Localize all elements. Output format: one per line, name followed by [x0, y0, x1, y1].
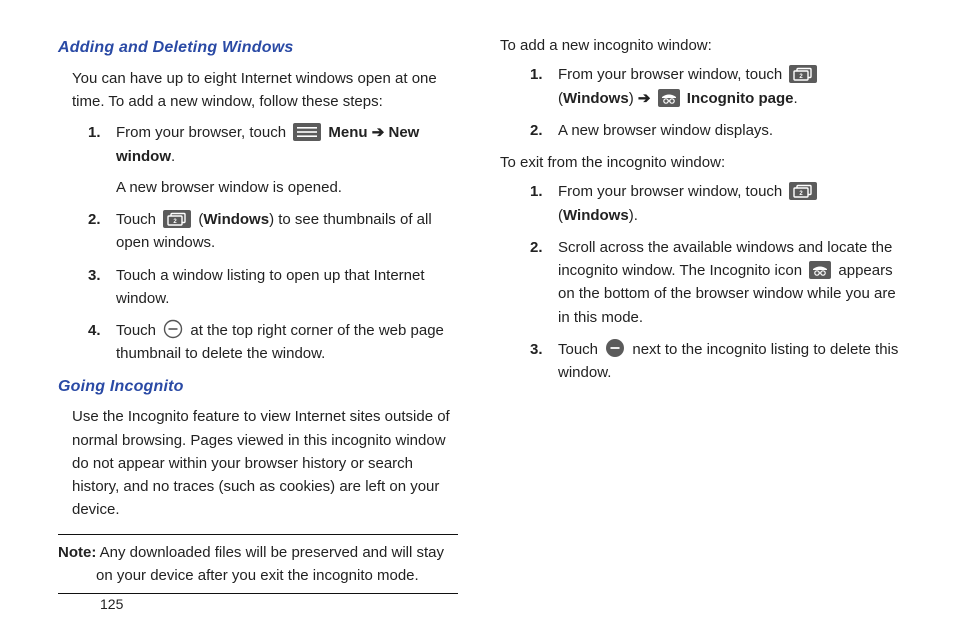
page-number: 125	[100, 596, 123, 612]
arrow-icon: ➔	[368, 124, 389, 141]
step-sub-text: A new browser window is opened.	[116, 176, 458, 199]
procedure-step: Touch next to the incognito listing to d…	[530, 338, 900, 385]
windows-icon: 2	[789, 65, 817, 83]
note-label: Note:	[58, 544, 96, 561]
step-text: From your browser, touch Menu ➔ New wind…	[116, 124, 419, 164]
procedure-step: Touch a window listing to open up that I…	[88, 264, 458, 311]
text-segment	[650, 90, 654, 107]
step-text: Touch next to the incognito listing to d…	[558, 341, 898, 381]
procedure-step: From your browser window, touch 2 (Windo…	[530, 63, 900, 110]
add-incognito-steps: From your browser window, touch 2 (Windo…	[530, 63, 900, 142]
bold-label: Windows	[203, 211, 269, 228]
procedure-step: A new browser window displays.	[530, 119, 900, 142]
procedure-step: Scroll across the available windows and …	[530, 236, 900, 329]
bold-label: Windows	[563, 90, 629, 107]
manual-page: Adding and Deleting Windows You can have…	[0, 0, 954, 636]
delete-circle-icon	[163, 319, 183, 339]
add-delete-steps: From your browser, touch Menu ➔ New wind…	[88, 121, 458, 365]
note-text: Any downloaded files will be preserved a…	[96, 544, 444, 584]
step-text: Touch at the top right corner of the web…	[116, 322, 444, 362]
step-text: Touch a window listing to open up that I…	[116, 267, 425, 307]
windows-icon: 2	[789, 182, 817, 200]
procedure-step: From your browser window, touch 2 (Windo…	[530, 180, 900, 227]
lead-exit-incognito: To exit from the incognito window:	[500, 151, 900, 174]
procedure-step: From your browser, touch Menu ➔ New wind…	[88, 121, 458, 199]
arrow-icon: ➔	[638, 90, 651, 107]
procedure-step: Touch at the top right corner of the web…	[88, 319, 458, 366]
windows-icon: 2	[163, 210, 191, 228]
menu-icon	[293, 123, 321, 141]
heading-add-delete-windows: Adding and Deleting Windows	[58, 36, 458, 61]
procedure-step: Touch 2 (Windows) to see thumbnails of a…	[88, 208, 458, 255]
exit-incognito-steps: From your browser window, touch 2 (Windo…	[530, 180, 900, 384]
bold-label: Windows	[563, 207, 629, 224]
lead-add-incognito: To add a new incognito window:	[500, 34, 900, 57]
incognito-icon	[809, 261, 831, 279]
heading-going-incognito: Going Incognito	[58, 375, 458, 400]
step-text: Scroll across the available windows and …	[558, 239, 896, 326]
text-segment: )	[629, 90, 638, 107]
step-text: Touch 2 (Windows) to see thumbnails of a…	[116, 211, 432, 251]
note-body: Note: Any downloaded files will be prese…	[58, 541, 458, 588]
bold-label: Menu	[328, 124, 367, 141]
incognito-paragraph: Use the Incognito feature to view Intern…	[72, 405, 458, 521]
text-segment: .	[793, 90, 797, 107]
left-column: Adding and Deleting Windows You can have…	[58, 34, 458, 594]
step-text: From your browser window, touch 2 (Windo…	[558, 66, 820, 106]
bold-label: Incognito page	[687, 90, 794, 107]
incognito-icon	[658, 89, 680, 107]
step-text: A new browser window displays.	[558, 122, 773, 139]
delete-circle-dark-icon	[605, 338, 625, 358]
note-block: Note: Any downloaded files will be prese…	[58, 534, 458, 595]
step-text: From your browser window, touch 2 (Windo…	[558, 183, 820, 223]
right-column: To add a new incognito window: From your…	[500, 34, 900, 393]
intro-paragraph: You can have up to eight Internet window…	[72, 67, 458, 114]
